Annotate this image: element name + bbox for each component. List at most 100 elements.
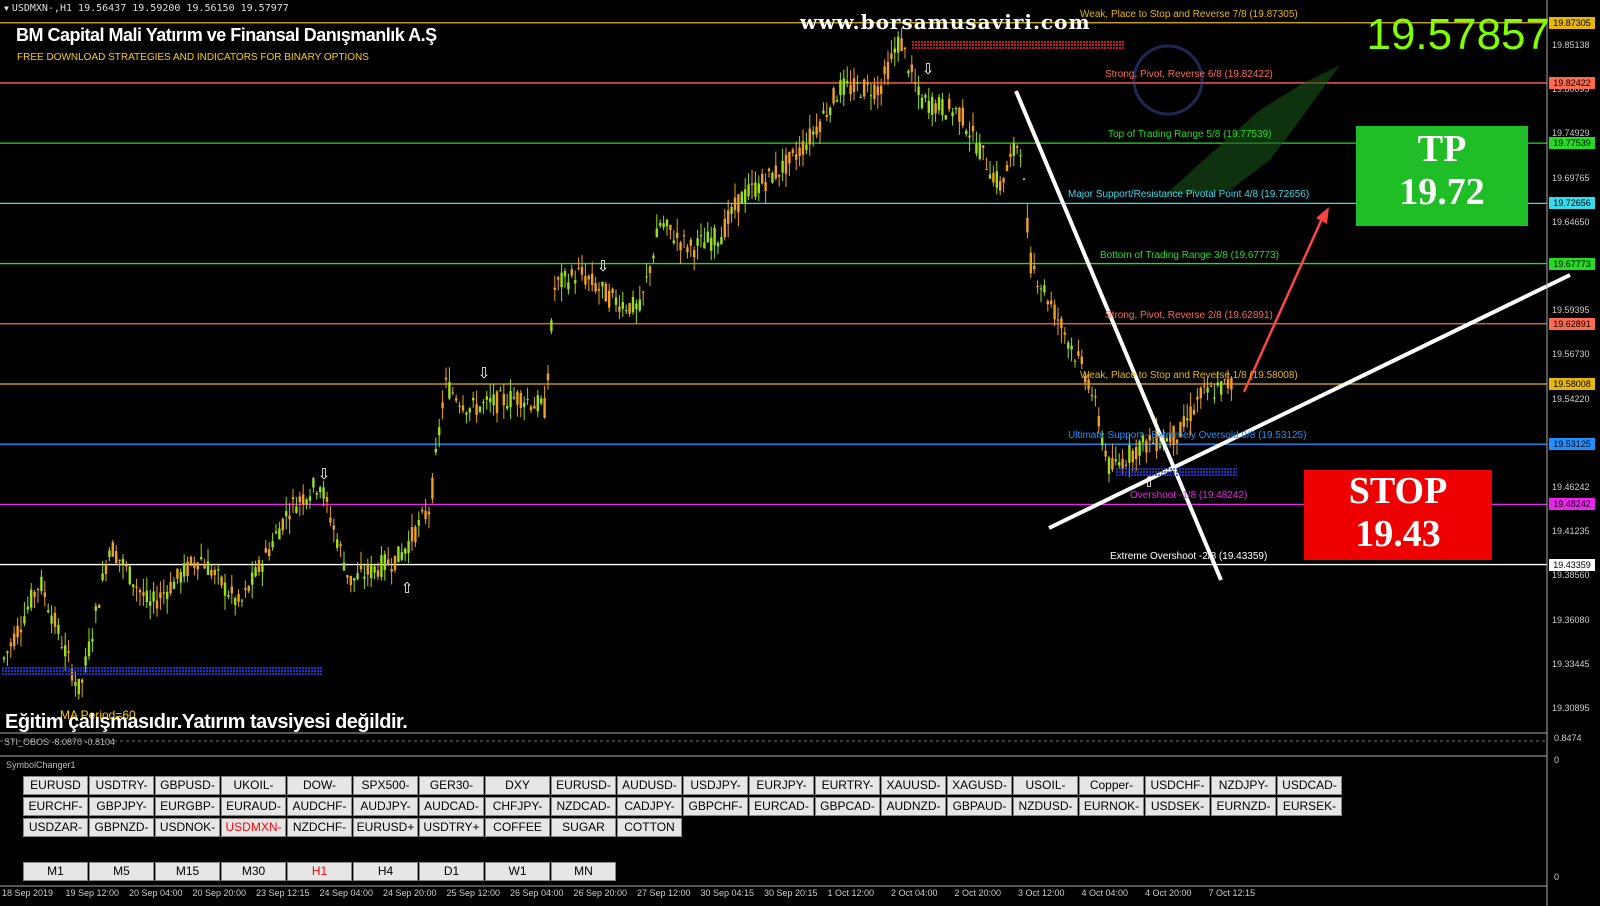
- symbol-button[interactable]: NZDUSD-: [1013, 797, 1078, 816]
- symbol-button[interactable]: XAGUSD-: [947, 776, 1012, 795]
- candle-body: [244, 588, 247, 590]
- symbol-button[interactable]: AUDCAD-: [419, 797, 484, 816]
- symbol-button[interactable]: EURUSD-: [551, 776, 616, 795]
- price-tick: 19.56730: [1552, 349, 1590, 360]
- symbol-button[interactable]: EURJPY-: [749, 776, 814, 795]
- symbol-button[interactable]: COFFEE: [485, 818, 550, 837]
- symbol-button[interactable]: GBPJPY-: [89, 797, 154, 816]
- candle-body: [516, 391, 519, 405]
- candle-body: [186, 561, 189, 577]
- symbol-button[interactable]: EURCAD-: [749, 797, 814, 816]
- candle-body: [16, 625, 19, 638]
- candle-body: [1002, 178, 1005, 183]
- candle-body: [645, 276, 648, 278]
- symbol-button[interactable]: USDNOK-: [155, 818, 220, 837]
- symbol-button[interactable]: GER30-: [419, 776, 484, 795]
- candle-body: [217, 569, 220, 571]
- timeframe-button-h4[interactable]: H4: [353, 862, 418, 881]
- symbol-button[interactable]: USDSEK-: [1145, 797, 1210, 816]
- candle-body: [659, 223, 662, 226]
- symbol-button[interactable]: USDJPY-: [683, 776, 748, 795]
- symbol-button[interactable]: USOIL-: [1013, 776, 1078, 795]
- time-tick: 24 Sep 20:00: [383, 888, 437, 898]
- candle-body: [686, 247, 689, 253]
- level-price-badge: 19.82422: [1549, 76, 1595, 89]
- candle-body: [1192, 409, 1196, 415]
- timeframe-button-h1[interactable]: H1: [287, 862, 352, 881]
- symbol-button[interactable]: EURUSD+: [353, 818, 418, 837]
- symbol-button[interactable]: EURNZD-: [1211, 797, 1276, 816]
- timeframe-button-mn[interactable]: MN: [551, 862, 616, 881]
- symbol-button[interactable]: COTTON: [617, 818, 682, 837]
- symbol-button[interactable]: AUDCHF-: [287, 797, 352, 816]
- symbol-button[interactable]: GBPCAD-: [815, 797, 880, 816]
- timeframe-button-m1[interactable]: M1: [23, 862, 88, 881]
- symbol-button[interactable]: NZDJPY-: [1211, 776, 1276, 795]
- time-tick: 2 Oct 04:00: [891, 888, 938, 898]
- timeframe-button-w1[interactable]: W1: [485, 862, 550, 881]
- symbol-button[interactable]: NZDCAD-: [551, 797, 616, 816]
- timeframe-button-m5[interactable]: M5: [89, 862, 154, 881]
- candle-body: [1060, 318, 1063, 329]
- symbol-button[interactable]: AUDUSD-: [617, 776, 682, 795]
- candle-body: [730, 207, 733, 214]
- collapse-triangle-icon[interactable]: ▼: [4, 4, 9, 13]
- symbol-button[interactable]: AUDNZD-: [881, 797, 946, 816]
- candle-body: [883, 66, 886, 75]
- symbol-button[interactable]: EURGBP-: [155, 797, 220, 816]
- candle-body: [26, 606, 29, 610]
- symbol-button[interactable]: USDCHF-: [1145, 776, 1210, 795]
- symbol-button[interactable]: SPX500-: [353, 776, 418, 795]
- timeframe-button-m30[interactable]: M30: [221, 862, 286, 881]
- symbol-button[interactable]: USDMXN-: [221, 818, 286, 837]
- candle-body: [618, 306, 621, 312]
- symbol-button[interactable]: GBPCHF-: [683, 797, 748, 816]
- descending-trendline: [1014, 90, 1223, 581]
- symbol-button[interactable]: UKOIL-: [221, 776, 286, 795]
- candle-body: [50, 615, 53, 624]
- candle-body: [1019, 155, 1022, 157]
- symbol-button[interactable]: GBPUSD-: [155, 776, 220, 795]
- symbol-button[interactable]: GBPNZD-: [89, 818, 154, 837]
- axes-frame: [0, 0, 1548, 906]
- candle-body: [1056, 319, 1060, 321]
- candle-body: [74, 681, 77, 686]
- symbol-button[interactable]: USDZAR-: [23, 818, 88, 837]
- candle-body: [873, 84, 876, 100]
- symbol-button[interactable]: Copper-: [1079, 776, 1144, 795]
- symbol-button[interactable]: USDTRY+: [419, 818, 484, 837]
- symbol-button[interactable]: USDCAD-: [1277, 776, 1342, 795]
- symbol-button[interactable]: USDTRY-: [89, 776, 154, 795]
- symbol-button[interactable]: CADJPY-: [617, 797, 682, 816]
- candle-body: [723, 218, 726, 238]
- candle-body: [438, 427, 441, 436]
- symbol-button[interactable]: DOW-: [287, 776, 352, 795]
- timeframe-button-d1[interactable]: D1: [419, 862, 484, 881]
- symbol-button[interactable]: GBPAUD-: [947, 797, 1012, 816]
- symbol-button[interactable]: EURAUD-: [221, 797, 286, 816]
- trend-overlays: ⇩ ⇩ ⇩ ⇩ ⇧ ⇧: [2, 41, 1571, 675]
- symbol-button[interactable]: CHFJPY-: [485, 797, 550, 816]
- candle-body: [155, 600, 159, 609]
- symbol-button[interactable]: DXY: [485, 776, 550, 795]
- symbol-button[interactable]: EURCHF-: [23, 797, 88, 816]
- timeframe-button-m15[interactable]: M15: [155, 862, 220, 881]
- symbol-button[interactable]: XAUUSD-: [881, 776, 946, 795]
- candle-body: [737, 194, 740, 213]
- candle-body: [1118, 462, 1121, 466]
- candle-body: [1036, 286, 1039, 288]
- candle-body: [944, 115, 947, 120]
- candle-body: [1158, 445, 1162, 448]
- candle-body: [254, 567, 257, 577]
- symbol-button[interactable]: EURSEK-: [1277, 797, 1342, 816]
- candle-body: [951, 112, 954, 117]
- symbol-button[interactable]: AUDJPY-: [353, 797, 418, 816]
- symbol-button[interactable]: SUGAR: [551, 818, 616, 837]
- symbol-button[interactable]: EURNOK-: [1079, 797, 1144, 816]
- symbol-button[interactable]: EURTRY-: [815, 776, 880, 795]
- candle-body: [285, 511, 288, 517]
- symbol-button[interactable]: EURUSD: [23, 776, 88, 795]
- symbol-button[interactable]: NZDCHF-: [287, 818, 352, 837]
- candle-body: [1199, 387, 1202, 399]
- candle-body: [302, 494, 305, 505]
